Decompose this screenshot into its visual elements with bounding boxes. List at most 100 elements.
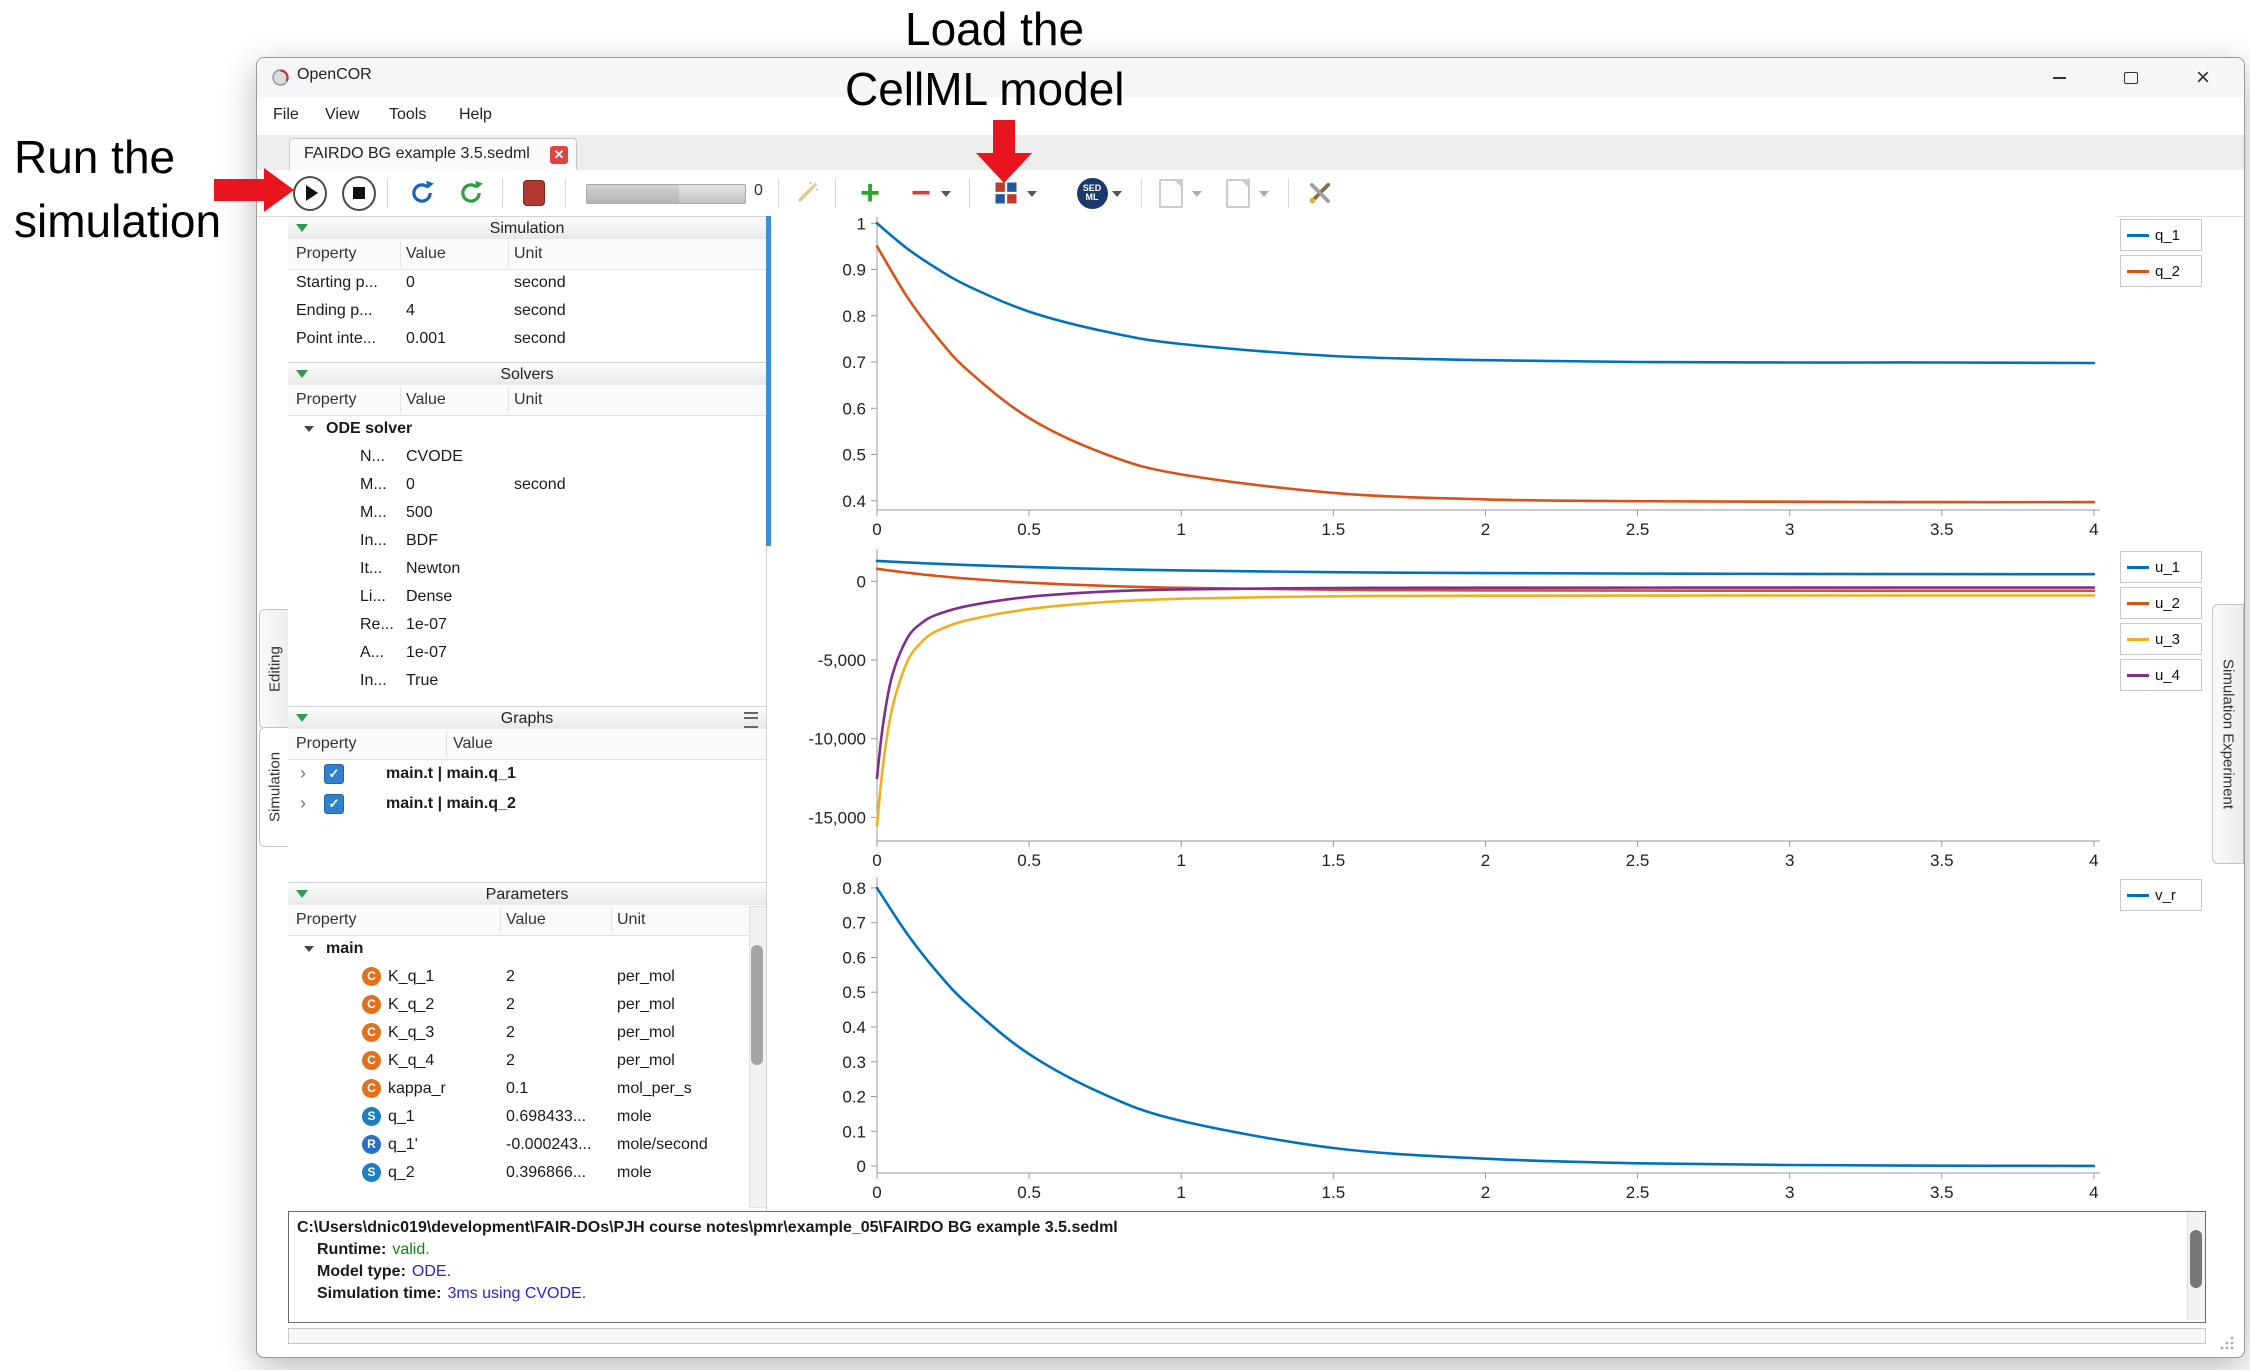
minimize-button[interactable] [2027,58,2091,97]
graph-row[interactable]: › ✓ main.t | main.q_2 [288,789,766,819]
value-cell[interactable]: 0.001 [406,325,446,353]
value-cell[interactable]: 0.396866... [506,1159,586,1187]
unit-cell[interactable]: second [514,269,566,297]
unit-cell[interactable]: second [514,471,566,499]
table-row[interactable]: In... True [288,667,766,695]
expander-right-icon[interactable]: › [300,789,306,817]
close-button[interactable]: × [2171,58,2235,97]
value-cell[interactable]: 1e-07 [406,611,447,639]
graphs-menu-icon[interactable] [744,712,758,728]
section-header-solvers[interactable]: Solvers [288,362,766,387]
unit-cell[interactable]: second [514,297,566,325]
stop-simulation-button[interactable] [342,176,376,210]
table-row[interactable]: It... Newton [288,555,766,583]
legend-entry[interactable]: q_2 [2120,255,2202,287]
legend-entry[interactable]: u_1 [2120,551,2202,583]
legend-entry[interactable]: u_3 [2120,623,2202,655]
add-graph-panel-button[interactable]: + [853,176,887,210]
parameter-row[interactable]: S q_1 0.698433... mole [288,1103,766,1131]
legend-entry[interactable]: u_2 [2120,587,2202,619]
legend-entry[interactable]: v_r [2120,879,2202,911]
expander-down-icon[interactable] [304,426,314,432]
value-cell[interactable]: 0 [406,471,415,499]
value-cell[interactable]: 2 [506,991,515,1019]
parameter-row[interactable]: C kappa_r 0.1 mol_per_s [288,1075,766,1103]
tab-simulation-experiment[interactable]: Simulation Experiment [2212,604,2244,864]
sedml-export-button[interactable]: SEDML [1075,176,1109,210]
value-cell[interactable]: -0.000243... [506,1131,591,1159]
scrollbar-thumb[interactable] [751,945,763,1065]
solver-group-row[interactable]: ODE solver [288,415,766,443]
table-row[interactable]: Point inte... 0.001 second [288,325,766,353]
expander-down-icon[interactable] [304,946,314,952]
table-row[interactable]: Li... Dense [288,583,766,611]
chart-u-potentials[interactable]: 00.511.522.533.540-5,000-10,000-15,000 [771,545,2116,875]
reset-all-button[interactable] [454,176,488,210]
clear-results-button[interactable] [517,176,551,210]
menu-file[interactable]: File [267,104,305,126]
value-cell[interactable]: 2 [506,963,515,991]
remove-graph-panel-button[interactable]: − [904,176,938,210]
graph-checkbox[interactable]: ✓ [324,794,344,814]
mode-tab-simulation[interactable]: Simulation [259,727,291,847]
table-row[interactable]: M... 500 [288,499,766,527]
cellml-dropdown-icon[interactable] [1027,191,1037,197]
sedml-dropdown-icon[interactable] [1112,191,1122,197]
menu-tools[interactable]: Tools [383,104,432,126]
section-header-parameters[interactable]: Parameters [288,882,766,907]
reset-state-button[interactable] [405,176,439,210]
section-header-simulation[interactable]: Simulation [288,216,766,241]
table-row[interactable]: Starting p... 0 second [288,269,766,297]
value-cell[interactable]: 2 [506,1019,515,1047]
parameter-row[interactable]: C K_q_2 2 per_mol [288,991,766,1019]
table-row[interactable]: M... 0 second [288,471,766,499]
table-row[interactable]: Re... 1e-07 [288,611,766,639]
parameter-group-row[interactable]: main [288,935,766,963]
value-cell[interactable]: 0.1 [506,1075,528,1103]
parameter-row[interactable]: C K_q_4 2 per_mol [288,1047,766,1075]
value-cell[interactable]: Newton [406,555,460,583]
preferences-button[interactable] [1303,176,1337,210]
graph-row[interactable]: › ✓ main.t | main.q_1 [288,759,766,789]
value-cell[interactable]: 1e-07 [406,639,447,667]
parameter-row[interactable]: C K_q_3 2 per_mol [288,1019,766,1047]
value-cell[interactable]: BDF [406,527,438,555]
chart-q1-q2[interactable]: 00.511.522.533.5410.90.80.70.60.50.4 [771,213,2116,545]
parameters-scrollbar[interactable] [749,906,767,1208]
parameter-row[interactable]: S q_2 0.396866... mole [288,1159,766,1187]
remove-panel-dropdown-icon[interactable] [941,191,951,197]
value-cell[interactable]: 2 [506,1047,515,1075]
value-cell[interactable]: True [406,667,438,695]
value-cell[interactable]: Dense [406,583,452,611]
value-cell[interactable]: 4 [406,297,415,325]
unit-cell[interactable]: second [514,325,566,353]
value-cell[interactable]: 0 [406,269,415,297]
tab-close-icon[interactable]: ✕ [550,146,568,164]
expander-right-icon[interactable]: › [300,759,306,787]
value-cell[interactable]: 500 [406,499,433,527]
table-row[interactable]: N... CVODE [288,443,766,471]
section-header-graphs[interactable]: Graphs [288,706,766,731]
menu-view[interactable]: View [319,104,365,126]
graph-checkbox[interactable]: ✓ [324,764,344,784]
chart-v-r[interactable]: 00.511.522.533.540.80.70.60.50.40.30.20.… [771,873,2116,1207]
console-scrollbar[interactable] [2187,1212,2205,1320]
scrollbar-thumb[interactable] [2190,1230,2202,1288]
maximize-button[interactable] [2099,58,2163,97]
parameter-row[interactable]: C K_q_1 2 per_mol [288,963,766,991]
value-cell[interactable]: CVODE [406,443,463,471]
parameter-row[interactable]: R q_1' -0.000243... mole/second [288,1131,766,1159]
legend-entry[interactable]: u_4 [2120,659,2202,691]
simulation-delay-wheel[interactable] [586,184,746,204]
document-tab[interactable]: FAIRDO BG example 3.5.sedml ✕ [289,138,577,171]
horizontal-scrollbar[interactable] [288,1328,2206,1344]
value-cell[interactable]: 0.698433... [506,1103,586,1131]
table-row[interactable]: A... 1e-07 [288,639,766,667]
legend-entry[interactable]: q_1 [2120,219,2202,251]
table-row[interactable]: Ending p... 4 second [288,297,766,325]
menu-help[interactable]: Help [453,104,498,126]
mode-tab-editing[interactable]: Editing [259,609,291,729]
resize-grip-icon[interactable] [2219,1334,2235,1350]
run-simulation-button[interactable] [293,176,327,210]
table-row[interactable]: In... BDF [288,527,766,555]
